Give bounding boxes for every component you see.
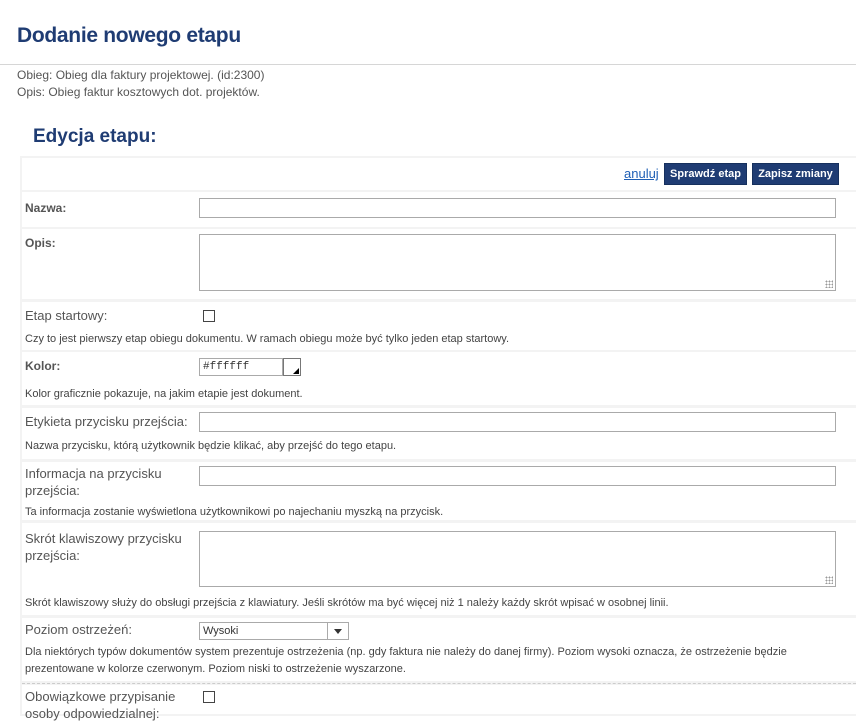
shortcut-row: Skrót klawiszowy przycisku przejścia: Sk… (22, 523, 856, 615)
color-input[interactable]: #ffffff (199, 358, 283, 376)
chevron-down-icon[interactable] (327, 622, 349, 640)
button-label-input[interactable] (199, 412, 836, 432)
start-stage-label: Etap startowy: (25, 308, 108, 323)
button-label-label: Etykieta przycisku przejścia: (25, 414, 188, 429)
button-info-help: Ta informacja zostanie wyświetlona użytk… (25, 506, 444, 518)
start-stage-checkbox[interactable] (203, 310, 215, 322)
title-divider (0, 64, 856, 65)
warning-level-help-line1: Dla niektórych typów dokumentów system p… (25, 646, 787, 658)
button-info-row: Informacja na przycisku przejścia: Ta in… (22, 462, 856, 520)
button-info-label-line1: Informacja na przycisku (25, 466, 162, 481)
color-picker-icon[interactable] (283, 358, 301, 376)
description-label: Opis: (25, 236, 56, 250)
shortcut-label-line2: przejścia: (25, 548, 80, 563)
name-label: Nazwa: (25, 201, 67, 215)
workflow-description: Opis: Obieg faktur kosztowych dot. proje… (17, 85, 260, 99)
mandatory-assign-label-line1: Obowiązkowe przypisanie (25, 689, 176, 704)
mandatory-assign-row: Obowiązkowe przypisanie osoby odpowiedzi… (22, 685, 856, 721)
shortcut-label-line1: Skrót klawiszowy przycisku (25, 531, 182, 546)
name-row: Nazwa: (22, 192, 856, 227)
check-stage-button[interactable]: Sprawdź etap (664, 163, 747, 185)
button-label-help: Nazwa przycisku, którą użytkownik będzie… (25, 440, 397, 452)
row-divider (22, 683, 856, 684)
color-row: Kolor: #ffffff Kolor graficznie pokazuje… (22, 352, 856, 405)
button-label-row: Etykieta przycisku przejścia: Nazwa przy… (22, 408, 856, 459)
start-stage-row: Etap startowy: Czy to jest pierwszy etap… (22, 302, 856, 350)
description-textarea[interactable] (199, 234, 836, 291)
save-changes-button[interactable]: Zapisz zmiany (752, 163, 839, 185)
color-label: Kolor: (25, 359, 61, 373)
color-help: Kolor graficznie pokazuje, na jakim etap… (25, 388, 303, 400)
start-stage-help: Czy to jest pierwszy etap obiegu dokumen… (25, 333, 510, 345)
page-title: Dodanie nowego etapu (17, 24, 241, 47)
button-info-label-line2: przejścia: (25, 483, 80, 498)
warning-level-help-line2: prezentowane w kolorze czerwonym. Poziom… (25, 663, 406, 675)
section-title: Edycja etapu: (33, 126, 157, 147)
shortcut-help: Skrót klawiszowy służy do obsługi przejś… (25, 597, 669, 609)
warning-level-label: Poziom ostrzeżeń: (25, 622, 132, 637)
workflow-info: Obieg: Obieg dla faktury projektowej. (i… (17, 68, 265, 82)
shortcut-textarea[interactable] (199, 531, 836, 587)
mandatory-assign-checkbox[interactable] (203, 691, 215, 703)
name-input[interactable] (199, 198, 836, 218)
warning-level-row: Poziom ostrzeżeń: Wysoki Dla niektórych … (22, 618, 856, 681)
cancel-link[interactable]: anuluj (624, 166, 659, 181)
button-info-input[interactable] (199, 466, 836, 486)
description-row: Opis: (22, 229, 856, 299)
resize-grip-icon[interactable] (825, 280, 833, 288)
resize-grip-icon[interactable] (825, 576, 833, 584)
